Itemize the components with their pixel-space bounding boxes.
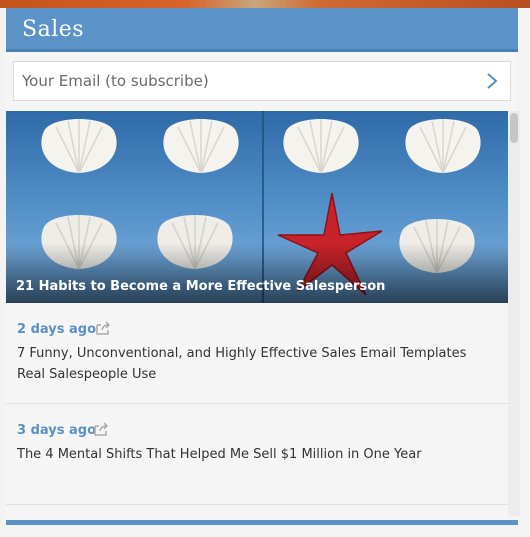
shell-image — [41, 119, 117, 174]
shell-image — [405, 119, 481, 174]
featured-post-title[interactable]: 21 Habits to Become a More Effective Sal… — [16, 279, 385, 294]
widget-title: Sales — [22, 17, 85, 42]
post-title[interactable]: 7 Funny, Unconventional, and Highly Effe… — [17, 343, 487, 385]
caption-overlay — [6, 243, 508, 303]
share-icon[interactable] — [93, 422, 109, 436]
share-icon[interactable] — [95, 321, 111, 335]
shell-image — [283, 119, 359, 174]
email-placeholder: Your Email (to subscribe) — [22, 72, 209, 90]
post-time-link[interactable]: 3 days ago — [17, 423, 96, 438]
shell-image — [163, 119, 239, 174]
featured-post[interactable]: 21 Habits to Become a More Effective Sal… — [6, 111, 508, 303]
widget-panel: Your Email (to subscribe) 21 Habits to B… — [6, 52, 520, 524]
scrollbar-thumb[interactable] — [510, 113, 518, 143]
list-item[interactable]: 2 days ago 7 Funny, Unconventional, and … — [6, 303, 508, 404]
chevron-right-icon[interactable] — [484, 71, 500, 91]
list-item[interactable]: 3 days ago The 4 Mental Shifts That Help… — [6, 404, 508, 505]
post-title[interactable]: The 4 Mental Shifts That Helped Me Sell … — [17, 444, 487, 465]
widget-header: Sales — [6, 8, 518, 52]
bottom-accent-bar — [6, 520, 518, 525]
email-subscribe-field[interactable]: Your Email (to subscribe) — [13, 61, 511, 101]
top-decorative-strip — [0, 0, 530, 8]
post-time-link[interactable]: 2 days ago — [17, 322, 96, 337]
scrollbar[interactable] — [508, 111, 520, 516]
